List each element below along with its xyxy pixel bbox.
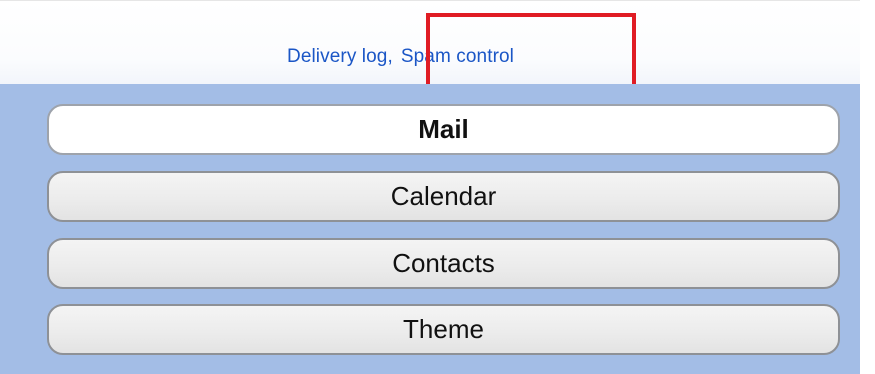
nav-item-label: Contacts bbox=[392, 248, 495, 278]
nav-item-label: Mail bbox=[418, 114, 469, 144]
navigation-panel: Mail Calendar Contacts Theme bbox=[0, 84, 860, 374]
nav-item-theme[interactable]: Theme bbox=[47, 304, 840, 355]
nav-item-label: Calendar bbox=[390, 181, 497, 211]
nav-item-contacts[interactable]: Contacts bbox=[47, 238, 840, 289]
nav-item-calendar[interactable]: Calendar bbox=[47, 171, 840, 222]
nav-item-label: Theme bbox=[403, 314, 484, 344]
link-separator: , bbox=[387, 46, 393, 67]
spam-control-link[interactable]: Spam control bbox=[401, 46, 514, 68]
top-link-bar: Delivery log , Spam control bbox=[0, 0, 860, 84]
nav-item-mail[interactable]: Mail bbox=[47, 104, 840, 155]
right-edge-area bbox=[860, 0, 875, 374]
delivery-log-link[interactable]: Delivery log bbox=[287, 46, 387, 68]
screenshot-frame: Delivery log , Spam control Mail Calenda… bbox=[0, 0, 875, 374]
settings-links: Delivery log , Spam control bbox=[287, 45, 514, 69]
